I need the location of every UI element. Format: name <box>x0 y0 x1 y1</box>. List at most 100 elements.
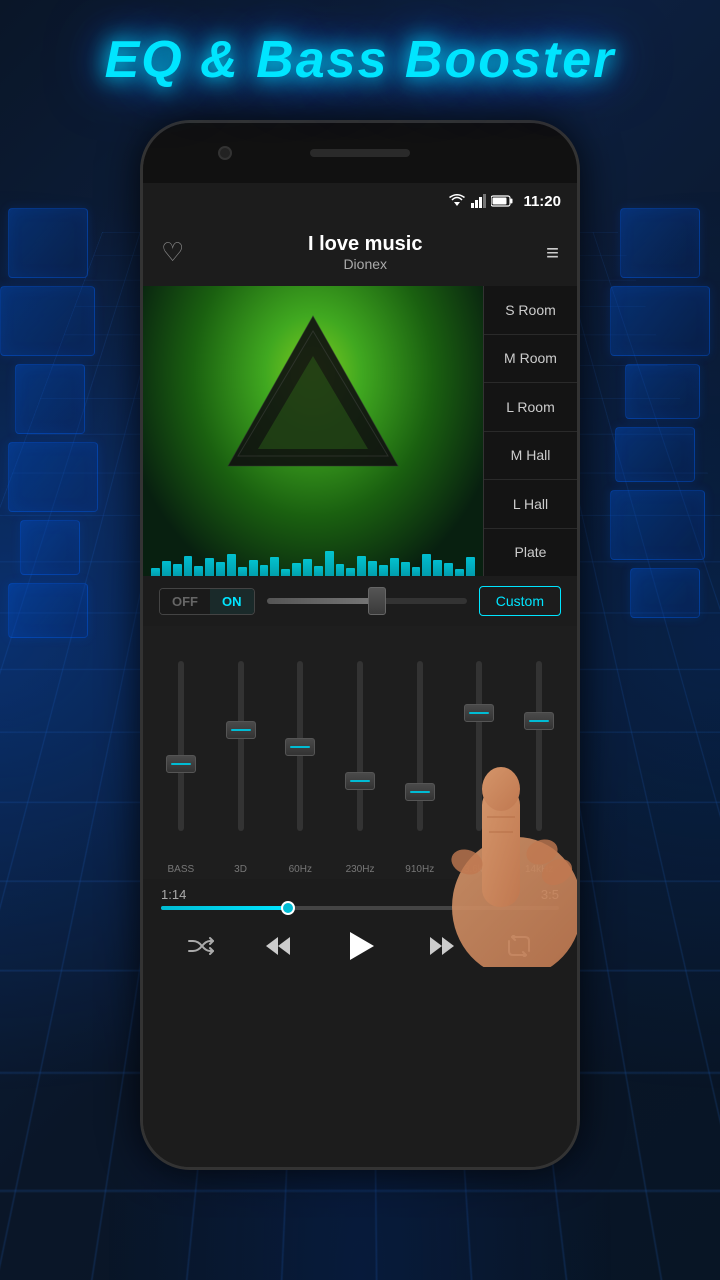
3khz-slider[interactable] <box>450 636 510 856</box>
slider-60hz <box>270 636 330 856</box>
forward-icon <box>428 935 456 957</box>
preset-s-room[interactable]: S Room <box>484 286 577 335</box>
eq-bar <box>194 566 203 576</box>
app-screen: ♡ I love music Dionex ≡ <box>143 219 577 1167</box>
phone-frame: 11:20 ♡ I love music Dionex ≡ <box>140 120 580 1170</box>
status-bar: 11:20 <box>143 183 577 219</box>
side-block <box>625 364 700 419</box>
preset-plate[interactable]: Plate <box>484 529 577 577</box>
toggle-on-label: ON <box>210 589 254 614</box>
230hz-track <box>357 661 363 831</box>
side-block <box>8 583 88 638</box>
910hz-thumb[interactable] <box>405 783 435 801</box>
side-block <box>8 208 88 278</box>
eq-bar <box>227 554 236 576</box>
repeat-icon <box>506 935 532 957</box>
eq-bar <box>433 560 442 576</box>
album-equalizer <box>143 541 483 576</box>
eq-bar <box>314 566 323 576</box>
eq-bar <box>303 559 312 576</box>
eq-bar <box>325 551 334 576</box>
14khz-slider[interactable] <box>509 636 569 856</box>
content-area: S Room M Room L Room M Hall L Hall Plate <box>143 286 577 576</box>
side-block <box>20 520 80 575</box>
side-block <box>15 364 85 434</box>
slider-910hz <box>390 636 450 856</box>
status-time: 11:20 <box>523 193 561 210</box>
progress-area: 1:14 3:5 <box>143 879 577 914</box>
eq-bar <box>444 563 453 576</box>
preset-m-room[interactable]: M Room <box>484 335 577 384</box>
total-time: 3:5 <box>541 887 559 902</box>
progress-bar[interactable] <box>161 906 559 910</box>
910hz-track <box>417 661 423 831</box>
eq-bar <box>401 562 410 576</box>
progress-thumb[interactable] <box>281 901 295 915</box>
eq-bar <box>281 569 290 576</box>
phone-top <box>143 123 577 183</box>
bass-track <box>178 661 184 831</box>
eq-label-910hz: 910Hz <box>390 864 450 875</box>
eq-bar <box>270 557 279 576</box>
eq-bar <box>368 561 377 576</box>
3d-thumb[interactable] <box>226 721 256 739</box>
reverb-slider-track <box>267 598 377 604</box>
eq-bar <box>184 556 193 576</box>
app-title: EQ & Bass Booster <box>0 30 720 90</box>
eq-bar <box>466 557 475 576</box>
eq-bar <box>216 562 225 576</box>
230hz-slider[interactable] <box>330 636 390 856</box>
repeat-button[interactable] <box>506 935 532 957</box>
favorite-icon[interactable]: ♡ <box>161 237 184 268</box>
slider-14khz <box>509 636 569 856</box>
rewind-button[interactable] <box>264 935 292 957</box>
slider-3d <box>211 636 271 856</box>
status-icons <box>449 194 513 208</box>
3d-slider[interactable] <box>211 636 271 856</box>
910hz-slider[interactable] <box>390 636 450 856</box>
3khz-thumb[interactable] <box>464 704 494 722</box>
eq-toggle[interactable]: OFF ON <box>159 588 255 615</box>
eq-bar <box>238 567 247 576</box>
menu-icon[interactable]: ≡ <box>546 240 559 266</box>
side-block <box>610 490 705 560</box>
song-bar: ♡ I love music Dionex ≡ <box>143 219 577 286</box>
preset-m-hall[interactable]: M Hall <box>484 432 577 481</box>
battery-icon <box>491 195 513 207</box>
60hz-slider[interactable] <box>270 636 330 856</box>
eq-sliders-area <box>143 626 577 860</box>
side-block <box>8 442 98 512</box>
side-block <box>615 427 695 482</box>
eq-bar <box>151 568 160 576</box>
play-icon <box>342 928 378 964</box>
14khz-thumb[interactable] <box>524 712 554 730</box>
progress-fill <box>161 906 288 910</box>
forward-button[interactable] <box>428 935 456 957</box>
230hz-thumb[interactable] <box>345 772 375 790</box>
3d-track <box>238 661 244 831</box>
custom-button[interactable]: Custom <box>479 586 561 616</box>
side-blocks-right <box>590 200 720 800</box>
eq-bar <box>390 558 399 576</box>
slider-bass <box>151 636 211 856</box>
preset-l-room[interactable]: L Room <box>484 383 577 432</box>
song-title: I love music <box>184 233 546 256</box>
presets-panel: S Room M Room L Room M Hall L Hall Plate <box>483 286 577 576</box>
album-triangle <box>213 301 413 501</box>
phone-camera <box>218 146 232 160</box>
play-button[interactable] <box>342 928 378 964</box>
eq-bar <box>346 568 355 576</box>
toggle-off-label: OFF <box>160 589 210 614</box>
reverb-slider-thumb[interactable] <box>368 587 386 615</box>
reverb-slider[interactable] <box>267 598 467 604</box>
bass-thumb[interactable] <box>166 755 196 773</box>
eq-bar <box>173 564 182 576</box>
album-art <box>143 286 483 576</box>
controls-bar: OFF ON Custom <box>143 576 577 626</box>
preset-l-hall[interactable]: L Hall <box>484 480 577 529</box>
60hz-thumb[interactable] <box>285 738 315 756</box>
eq-labels: BASS 3D 60Hz 230Hz 910Hz 3.6kHz 14kHz <box>143 860 577 879</box>
bass-slider[interactable] <box>151 636 211 856</box>
shuffle-button[interactable] <box>188 935 214 957</box>
eq-label-60hz: 60Hz <box>270 864 330 875</box>
